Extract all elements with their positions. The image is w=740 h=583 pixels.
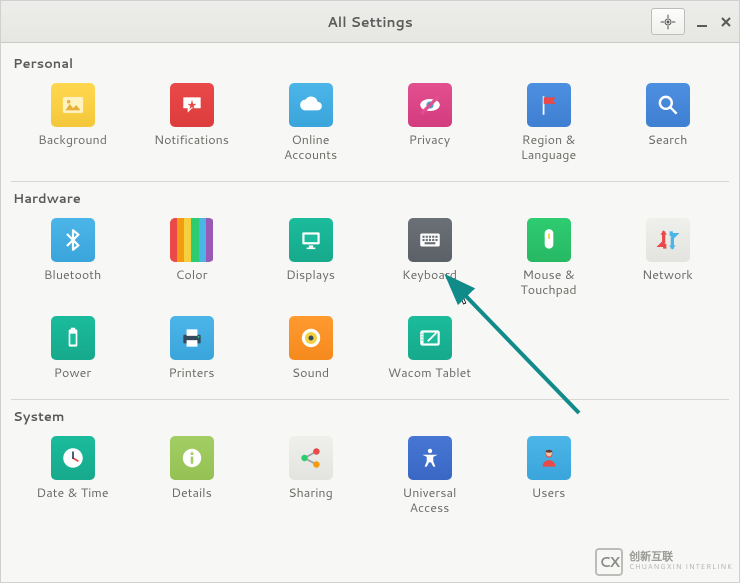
- item-label: Bluetooth: [44, 268, 102, 283]
- color-icon: [170, 218, 214, 262]
- settings-item-power[interactable]: Power: [13, 316, 132, 381]
- close-button[interactable]: [719, 15, 733, 29]
- section-hardware-label: Hardware: [11, 190, 729, 210]
- item-label: Sound: [292, 366, 329, 381]
- settings-item-search[interactable]: Search: [608, 83, 727, 163]
- settings-item-wacom-tablet[interactable]: Wacom Tablet: [370, 316, 489, 381]
- search-icon: [646, 83, 690, 127]
- item-label: Network: [642, 268, 693, 283]
- printers-icon: [170, 316, 214, 360]
- item-label: Displays: [286, 268, 335, 283]
- settings-item-mouse-touchpad[interactable]: Mouse & Touchpad: [489, 218, 608, 298]
- settings-item-bluetooth[interactable]: Bluetooth: [13, 218, 132, 298]
- item-label: Keyboard: [402, 268, 457, 283]
- sharing-icon: [289, 436, 333, 480]
- settings-item-sharing[interactable]: Sharing: [251, 436, 370, 516]
- power-icon: [51, 316, 95, 360]
- item-label: Wacom Tablet: [388, 366, 471, 381]
- item-label: Region & Language: [521, 133, 576, 163]
- watermark-brand: 创新互联: [629, 551, 733, 562]
- settings-item-sound[interactable]: Sound: [251, 316, 370, 381]
- window-title: All Settings: [327, 12, 413, 32]
- privacy-icon: [408, 83, 452, 127]
- displays-icon: [289, 218, 333, 262]
- settings-item-online-accounts[interactable]: Online Accounts: [251, 83, 370, 163]
- settings-item-privacy[interactable]: Privacy: [370, 83, 489, 163]
- separator: [11, 181, 729, 182]
- item-label: Power: [54, 366, 91, 381]
- item-label: Online Accounts: [284, 133, 337, 163]
- section-personal-label: Personal: [11, 55, 729, 75]
- crosshair-icon: [660, 14, 676, 30]
- item-label: Background: [38, 133, 107, 148]
- section-system-label: System: [11, 408, 729, 428]
- header-controls: [651, 8, 733, 35]
- settings-item-notifications[interactable]: Notifications: [132, 83, 251, 163]
- settings-item-background[interactable]: Background: [13, 83, 132, 163]
- mouse-icon: [527, 218, 571, 262]
- settings-item-users[interactable]: Users: [489, 436, 608, 516]
- item-label: Mouse & Touchpad: [520, 268, 576, 298]
- settings-item-keyboard[interactable]: Keyboard: [370, 218, 489, 298]
- settings-item-color[interactable]: Color: [132, 218, 251, 298]
- settings-item-details[interactable]: Details: [132, 436, 251, 516]
- settings-item-universal-access[interactable]: Universal Access: [370, 436, 489, 516]
- content-area: Personal Background Notifications Online…: [1, 43, 739, 582]
- network-icon: [646, 218, 690, 262]
- settings-item-region-language[interactable]: Region & Language: [489, 83, 608, 163]
- notifications-icon: [170, 83, 214, 127]
- universal-access-icon: [408, 436, 452, 480]
- users-icon: [527, 436, 571, 480]
- close-icon: [720, 16, 732, 28]
- watermark-logo-icon: CX: [595, 548, 623, 576]
- sound-icon: [289, 316, 333, 360]
- titlebar: All Settings: [1, 1, 739, 43]
- minimize-button[interactable]: [695, 15, 709, 29]
- personal-grid: Background Notifications Online Accounts…: [11, 75, 729, 173]
- settings-item-displays[interactable]: Displays: [251, 218, 370, 298]
- details-icon: [170, 436, 214, 480]
- watermark: CX 创新互联 CHUANGXIN INTERLINK: [595, 548, 733, 576]
- item-label: Sharing: [288, 486, 333, 501]
- item-label: Printers: [169, 366, 215, 381]
- region-language-icon: [527, 83, 571, 127]
- locate-button[interactable]: [651, 8, 685, 35]
- keyboard-icon: [408, 218, 452, 262]
- item-label: Universal Access: [403, 486, 457, 516]
- item-label: Search: [648, 133, 688, 148]
- online-accounts-icon: [289, 83, 333, 127]
- item-label: Notifications: [154, 133, 229, 148]
- background-icon: [51, 83, 95, 127]
- item-label: Users: [532, 486, 566, 501]
- wacom-icon: [408, 316, 452, 360]
- settings-item-date-time[interactable]: Date & Time: [13, 436, 132, 516]
- minimize-icon: [696, 16, 708, 28]
- item-label: Details: [171, 486, 212, 501]
- item-label: Date & Time: [36, 486, 108, 501]
- watermark-sub: CHUANGXIN INTERLINK: [629, 562, 733, 573]
- item-label: Color: [176, 268, 208, 283]
- settings-item-printers[interactable]: Printers: [132, 316, 251, 381]
- date-time-icon: [51, 436, 95, 480]
- system-grid: Date & Time Details Sharing Universal Ac…: [11, 428, 729, 526]
- item-label: Privacy: [409, 133, 450, 148]
- settings-item-network[interactable]: Network: [608, 218, 727, 298]
- separator: [11, 399, 729, 400]
- hardware-grid: Bluetooth Color Displays Keyboard Mouse: [11, 210, 729, 391]
- bluetooth-icon: [51, 218, 95, 262]
